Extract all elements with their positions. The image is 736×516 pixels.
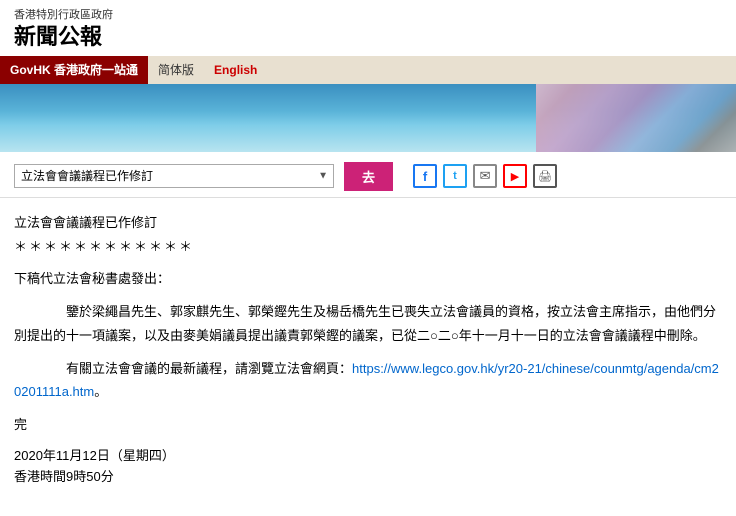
social-icons: f t ✉ ▶ 🖨: [413, 164, 557, 188]
govhk-link[interactable]: GovHK 香港政府一站通: [0, 56, 148, 84]
main-paragraph: 鑒於梁繩昌先生、郭家麒先生、郭榮鏗先生及楊岳橋先生已喪失立法會議員的資格，按立法…: [14, 300, 722, 347]
search-select[interactable]: 立法會會議議程已作修訂: [14, 164, 334, 188]
link-suffix: 。: [94, 384, 107, 399]
email-icon[interactable]: ✉: [473, 164, 497, 188]
banner: [0, 84, 736, 152]
simplified-link[interactable]: 简体版: [158, 61, 194, 78]
twitter-icon[interactable]: t: [443, 164, 467, 188]
search-select-wrapper: 立法會會議議程已作修訂 ▼: [14, 164, 334, 188]
date-line: 2020年11月12日（星期四） 香港時間9時50分: [14, 446, 722, 488]
nav-bar: GovHK 香港政府一站通 简体版 English: [0, 56, 736, 84]
top-header: 香港特別行政區政府 新聞公報: [0, 0, 736, 56]
link-paragraph: 有關立法會會議的最新議程，請瀏覽立法會網頁：https://www.legco.…: [14, 357, 722, 404]
link-prefix: 有關立法會會議的最新議程，請瀏覽立法會網頁：: [40, 361, 352, 376]
main-title: 新聞公報: [14, 23, 722, 52]
search-area: 立法會會議議程已作修訂 ▼ 去 f t ✉ ▶ 🖨: [0, 152, 736, 198]
facebook-icon[interactable]: f: [413, 164, 437, 188]
print-icon[interactable]: 🖨: [533, 164, 557, 188]
banner-overlay: [536, 84, 736, 152]
youtube-icon[interactable]: ▶: [503, 164, 527, 188]
gov-title: 香港特別行政區政府: [14, 8, 722, 23]
content-area: 立法會會議議程已作修訂 ＊＊＊＊＊＊＊＊＊＊＊＊ 下稿代立法會秘書處發出： 鑒於…: [0, 198, 736, 502]
go-button[interactable]: 去: [344, 162, 393, 191]
end-mark: 完: [14, 414, 722, 436]
govhk-label: GovHK 香港政府一站通: [10, 61, 138, 78]
section-label: 下稿代立法會秘書處發出：: [14, 268, 722, 290]
date-line1: 2020年11月12日（星期四）: [14, 446, 722, 467]
stars-line: ＊＊＊＊＊＊＊＊＊＊＊＊: [14, 236, 722, 258]
nav-links: 简体版 English: [148, 61, 267, 78]
english-link[interactable]: English: [214, 63, 257, 77]
content-title: 立法會會議議程已作修訂: [14, 212, 722, 234]
date-line2: 香港時間9時50分: [14, 467, 722, 488]
